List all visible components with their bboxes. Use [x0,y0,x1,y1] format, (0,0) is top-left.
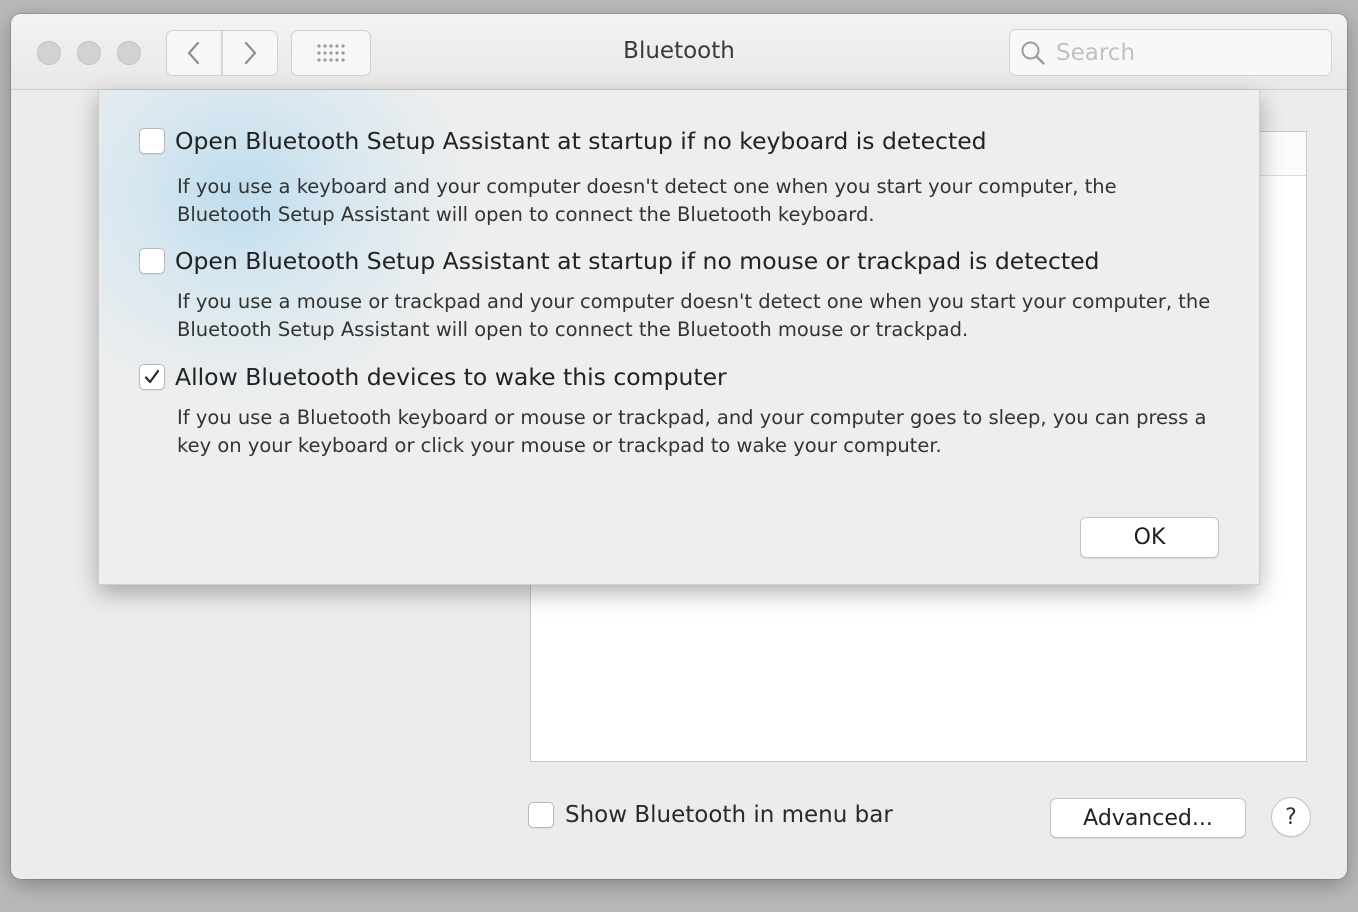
show-in-menu-bar-label: Show Bluetooth in menu bar [565,802,893,828]
keyboard-setup-label: Open Bluetooth Setup Assistant at startu… [175,127,987,155]
search-field[interactable] [1009,29,1332,76]
help-button[interactable]: ? [1271,797,1311,837]
mouse-setup-description: If you use a mouse or trackpad and your … [177,290,1211,341]
mouse-setup-label: Open Bluetooth Setup Assistant at startu… [175,247,1100,275]
wake-computer-description: If you use a Bluetooth keyboard or mouse… [177,406,1207,457]
search-input[interactable] [1056,38,1316,68]
mouse-setup-checkbox[interactable] [139,248,165,274]
keyboard-setup-checkbox[interactable] [139,128,165,154]
wake-computer-checkbox[interactable] [139,364,165,390]
show-in-menu-bar-checkbox[interactable] [528,802,554,828]
search-icon [1021,41,1045,65]
ok-button[interactable]: OK [1080,517,1219,558]
mouse-setup-option: Open Bluetooth Setup Assistant at startu… [139,247,1217,344]
keyboard-setup-description: If you use a keyboard and your computer … [177,175,1117,226]
preferences-window: Bluetooth Show Bluetooth in menu bar Adv… [11,14,1347,879]
keyboard-setup-option: Open Bluetooth Setup Assistant at startu… [139,127,1217,229]
title-bar: Bluetooth [11,14,1347,90]
advanced-settings-sheet: Open Bluetooth Setup Assistant at startu… [98,90,1260,585]
checkmark-icon [144,369,160,384]
show-in-menu-bar-option[interactable]: Show Bluetooth in menu bar [528,802,893,828]
wake-computer-label: Allow Bluetooth devices to wake this com… [175,363,727,391]
advanced-button[interactable]: Advanced... [1050,798,1246,838]
wake-computer-option: Allow Bluetooth devices to wake this com… [139,363,1217,460]
